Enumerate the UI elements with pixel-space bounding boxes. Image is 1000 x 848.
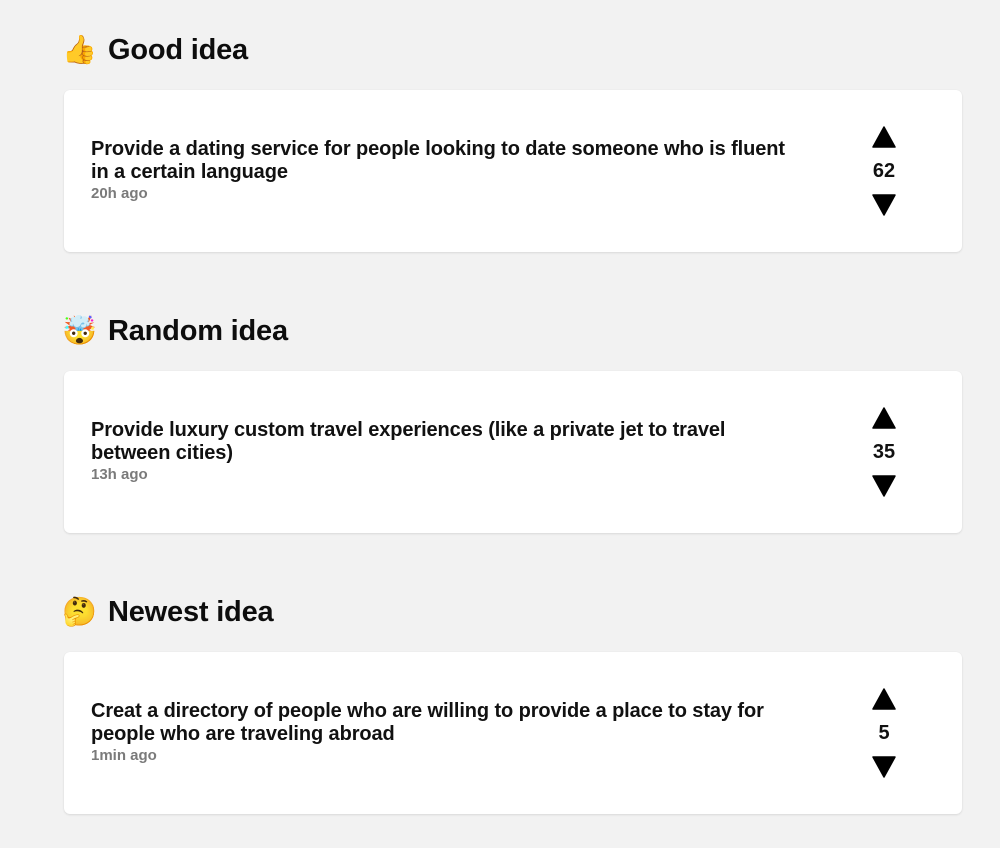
vote-control: 5 (860, 688, 908, 780)
section-title: Good idea (108, 33, 248, 66)
thinking-face-icon: 🤔 (62, 596, 97, 627)
upvote-arrow-icon[interactable] (872, 407, 896, 429)
section-heading: 👍 Good idea (62, 28, 248, 72)
vote-control: 35 (860, 407, 908, 499)
idea-timestamp: 20h ago (91, 185, 148, 202)
downvote-arrow-icon[interactable] (872, 194, 896, 216)
idea-card: Provide luxury custom travel experiences… (64, 371, 962, 533)
idea-timestamp: 13h ago (91, 466, 148, 483)
vote-count: 5 (878, 722, 890, 744)
section-title: Newest idea (108, 595, 274, 628)
upvote-arrow-icon[interactable] (872, 126, 896, 148)
thumbs-up-icon: 👍 (62, 34, 97, 65)
exploding-head-icon: 🤯 (62, 315, 97, 346)
idea-content: Provide luxury custom travel experiences… (91, 419, 791, 484)
idea-text: Provide luxury custom travel experiences… (91, 419, 726, 464)
section-heading: 🤔 Newest idea (62, 590, 274, 634)
upvote-arrow-icon[interactable] (872, 688, 896, 710)
vote-control: 62 (860, 126, 908, 218)
idea-text: Provide a dating service for people look… (91, 138, 785, 183)
vote-count: 62 (872, 160, 896, 182)
vote-count: 35 (872, 441, 896, 463)
idea-card: Creat a directory of people who are will… (64, 652, 962, 814)
idea-content: Creat a directory of people who are will… (91, 700, 791, 765)
idea-text: Creat a directory of people who are will… (91, 700, 764, 745)
downvote-arrow-icon[interactable] (872, 475, 896, 497)
section-heading: 🤯 Random idea (62, 309, 288, 353)
idea-timestamp: 1min ago (91, 747, 157, 764)
downvote-arrow-icon[interactable] (872, 756, 896, 778)
idea-content: Provide a dating service for people look… (91, 138, 791, 203)
section-title: Random idea (108, 314, 288, 347)
idea-card: Provide a dating service for people look… (64, 90, 962, 252)
